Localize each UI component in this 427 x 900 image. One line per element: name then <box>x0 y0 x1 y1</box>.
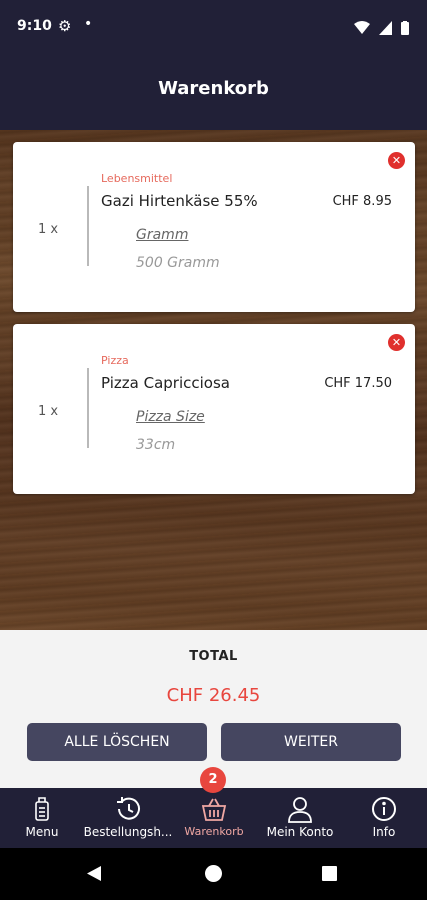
item-option-label: Pizza Size <box>136 409 205 425</box>
status-bar: 9:10 ⚙ • <box>0 0 427 54</box>
nav-item-account[interactable]: Mein Konto <box>258 788 342 848</box>
nav-item-order-history[interactable]: Bestellungsh... <box>80 788 176 848</box>
total-label: TOTAL <box>189 649 238 664</box>
notification-dot-icon: • <box>84 16 93 32</box>
item-option-value: 33cm <box>136 437 176 453</box>
item-category: Pizza <box>101 354 129 367</box>
nav-label-account: Mein Konto <box>266 825 334 839</box>
menu-card-icon <box>34 796 50 826</box>
basket-icon <box>201 796 227 826</box>
app-header: Warenkorb <box>0 54 427 130</box>
next-button[interactable]: WEITER <box>221 723 401 761</box>
remove-item-icon[interactable]: ✕ <box>388 334 405 351</box>
history-icon <box>114 796 142 826</box>
item-option-label: Gramm <box>136 227 189 243</box>
info-icon <box>371 796 397 826</box>
nav-label-info: Info <box>372 825 396 839</box>
battery-icon <box>401 20 409 35</box>
bottom-nav: Menu Bestellungsh... Warenkorb Mein Kont… <box>0 788 427 848</box>
clear-all-button[interactable]: ALLE LÖSCHEN <box>27 723 207 761</box>
item-price: CHF 17.50 <box>324 376 392 391</box>
user-icon <box>287 796 313 828</box>
item-quantity: 1 x <box>38 404 59 419</box>
cart-content: 1 x Lebensmittel Gazi Hirtenkäse 55% CHF… <box>0 130 427 630</box>
nav-item-info[interactable]: Info <box>362 788 406 848</box>
cart-item-card[interactable]: 1 x Lebensmittel Gazi Hirtenkäse 55% CHF… <box>13 142 415 312</box>
cart-summary: TOTAL CHF 26.45 ALLE LÖSCHEN WEITER <box>0 630 427 788</box>
home-icon[interactable] <box>205 865 222 882</box>
item-quantity: 1 x <box>38 222 59 237</box>
nav-item-menu[interactable]: Menu <box>16 788 68 848</box>
item-category: Lebensmittel <box>101 172 173 185</box>
item-option-value: 500 Gramm <box>136 255 220 271</box>
cart-count-badge: 2 <box>200 767 226 793</box>
remove-item-icon[interactable]: ✕ <box>388 152 405 169</box>
nav-label-order-history: Bestellungsh... <box>83 825 173 839</box>
item-divider <box>87 186 89 266</box>
wifi-icon <box>353 20 370 34</box>
recent-apps-icon[interactable] <box>322 866 337 881</box>
item-price: CHF 8.95 <box>332 194 392 209</box>
cart-item-card[interactable]: 1 x Pizza Pizza Capricciosa CHF 17.50 Pi… <box>13 324 415 494</box>
page-title: Warenkorb <box>158 77 269 99</box>
settings-status-icon: ⚙ <box>58 17 72 35</box>
nav-item-cart[interactable]: Warenkorb <box>180 788 248 848</box>
signal-icon <box>378 20 392 35</box>
item-divider <box>87 368 89 448</box>
item-name: Gazi Hirtenkäse 55% <box>101 192 258 210</box>
status-time: 9:10 <box>17 18 52 34</box>
nav-label-cart: Warenkorb <box>184 825 244 838</box>
system-nav-bar <box>0 848 427 900</box>
nav-label-menu: Menu <box>25 825 59 839</box>
back-icon[interactable] <box>86 865 102 882</box>
total-value: CHF 26.45 <box>166 685 261 706</box>
item-name: Pizza Capricciosa <box>101 374 230 392</box>
status-icons <box>350 17 409 36</box>
